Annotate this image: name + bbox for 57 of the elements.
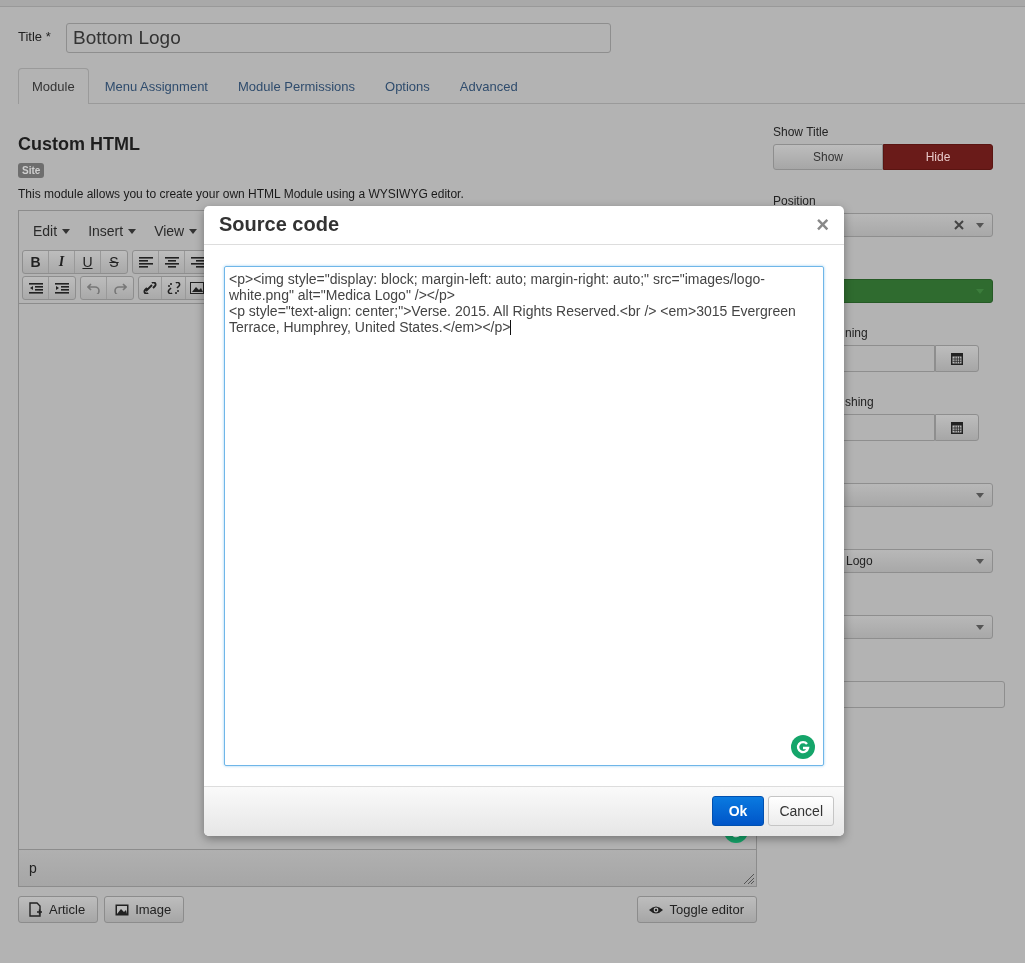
calendar-icon xyxy=(951,352,963,365)
module-heading: Custom HTML xyxy=(18,134,141,155)
align-left-icon xyxy=(138,256,153,268)
calendar-button[interactable] xyxy=(935,414,979,441)
format-button[interactable]: I xyxy=(49,251,75,273)
image-icon xyxy=(190,282,205,294)
calendar-icon xyxy=(951,421,963,434)
unlink-icon xyxy=(166,282,181,294)
caret-icon xyxy=(128,228,137,234)
caret-icon xyxy=(976,624,984,630)
field-label: ning xyxy=(844,326,868,340)
field-label: Show Title xyxy=(773,124,830,141)
dialog-button[interactable]: Ok xyxy=(711,796,765,827)
dialog-title: Source code xyxy=(219,213,341,237)
close-button[interactable]: × xyxy=(816,213,829,236)
tab[interactable]: Options xyxy=(371,68,444,103)
outdent-icon xyxy=(28,282,43,294)
redo-icon xyxy=(113,282,127,294)
caret-icon xyxy=(976,558,984,564)
menu-item[interactable]: Insert xyxy=(80,219,145,243)
toggle-option[interactable]: Hide xyxy=(883,144,993,170)
format-button[interactable]: S xyxy=(101,251,127,273)
site-tag: Site xyxy=(18,163,45,178)
element-path[interactable]: p xyxy=(29,860,37,876)
field-label: Title * xyxy=(18,28,52,44)
grammar-check-icon xyxy=(791,734,815,759)
toggle-option[interactable]: Show xyxy=(773,144,883,170)
caret-icon xyxy=(976,222,984,228)
editor-button[interactable]: Toggle editor xyxy=(636,896,757,923)
source-code-field[interactable]: <p><img style="display: block; margin-left: auto; margin-right: auto;" src="images/logo-white.png" alt="Medica Logo" /></p> <p style="text-align: center;">Verse. 2015. All Rights Reserved.<br /> <em>3015 Evergreen Terrace, Humphrey, United States.</em></p> xyxy=(224,265,824,766)
resize-handle-icon xyxy=(744,874,754,884)
field-label: shing xyxy=(844,395,874,409)
image-icon xyxy=(115,903,130,916)
caret-icon xyxy=(62,228,71,234)
calendar-button[interactable] xyxy=(935,345,979,372)
menu-item[interactable]: View xyxy=(146,219,206,243)
format-button[interactable]: B xyxy=(23,251,49,273)
tab[interactable]: Module Permissions xyxy=(224,68,370,103)
caret-icon xyxy=(976,492,984,498)
menu-item[interactable]: Edit xyxy=(25,219,79,243)
align-right-icon xyxy=(191,256,205,268)
align-center-icon xyxy=(164,256,179,268)
tab[interactable]: Menu Assignment xyxy=(90,68,222,103)
link-icon xyxy=(143,282,158,294)
document-add-icon xyxy=(29,902,43,917)
editor-button[interactable]: Article xyxy=(18,896,99,923)
indent-icon xyxy=(55,282,69,294)
module-description: This module allows you to create your own HTML Module using a WYSIWYG editor. xyxy=(18,187,465,201)
dialog-button[interactable]: Cancel xyxy=(768,796,834,827)
tab[interactable]: Module xyxy=(18,68,89,104)
field-label: Position xyxy=(773,194,816,208)
caret-icon xyxy=(189,228,198,234)
undo-icon xyxy=(86,282,101,294)
editor-button[interactable]: Image xyxy=(104,896,185,923)
tab[interactable]: Advanced xyxy=(445,68,532,103)
format-button[interactable]: U xyxy=(75,251,101,273)
title-input[interactable]: Bottom Logo xyxy=(66,23,611,53)
